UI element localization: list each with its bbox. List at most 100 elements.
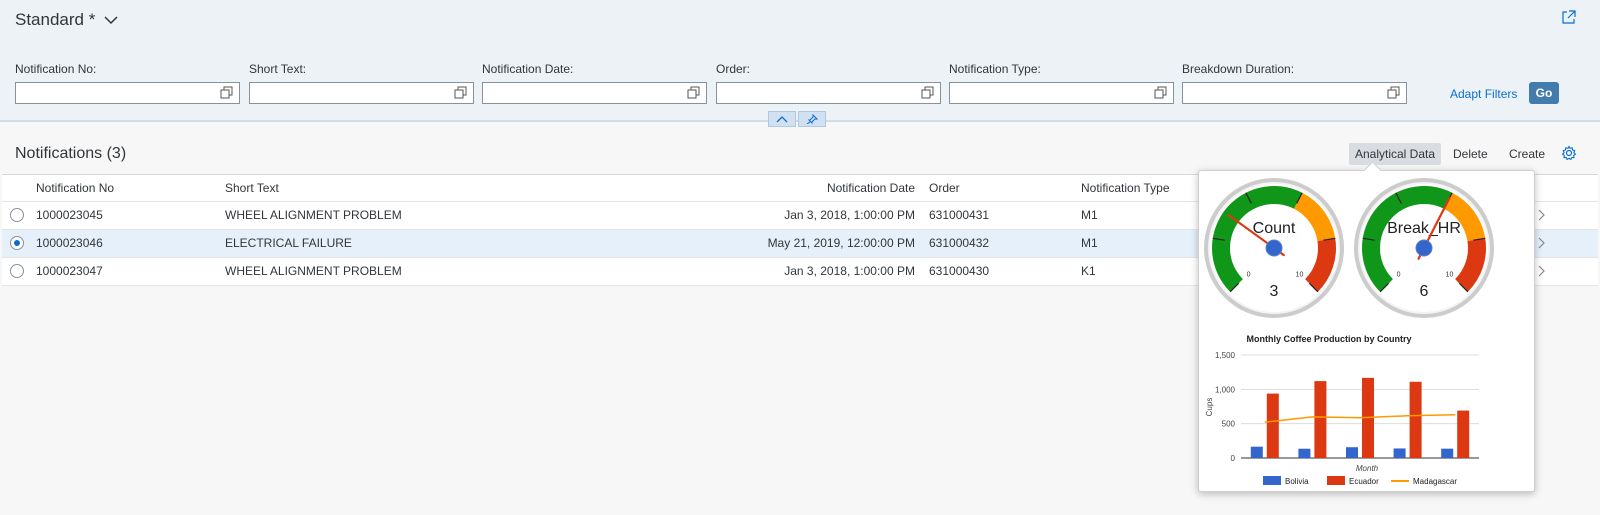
gauge-max-label: 10 bbox=[1296, 271, 1304, 278]
bar-ecuador bbox=[1266, 393, 1279, 458]
delete-button[interactable]: Delete bbox=[1453, 143, 1488, 165]
filter-notification-date: Notification Date: bbox=[482, 62, 707, 104]
gauge-title: Count bbox=[1253, 220, 1296, 237]
chevron-right-icon[interactable] bbox=[1537, 209, 1545, 221]
share-icon[interactable] bbox=[1561, 9, 1577, 25]
gauge-min-label: 0 bbox=[1397, 271, 1401, 278]
analytical-data-popover: 0 10 Count 3 0 10 Break_HR 6 Monthly Coffee Pr… bbox=[1198, 161, 1535, 492]
gauge-value: 3 bbox=[1270, 283, 1279, 300]
adapt-filters-button[interactable]: Adapt Filters bbox=[1450, 87, 1517, 101]
chevron-right-icon[interactable] bbox=[1537, 265, 1545, 277]
filter-label: Order: bbox=[716, 62, 751, 76]
column-header[interactable]: Notification Date bbox=[827, 175, 915, 202]
bar-bolivia bbox=[1346, 447, 1358, 458]
chevron-down-icon bbox=[104, 16, 118, 25]
gear-icon[interactable] bbox=[1561, 145, 1577, 161]
table-title: Notifications (3) bbox=[15, 145, 127, 162]
chart-legend: Bolivia Ecuador Madagascar bbox=[1263, 476, 1457, 486]
value-help-icon[interactable] bbox=[220, 86, 233, 99]
filter-order: Order: bbox=[716, 62, 941, 104]
value-help-icon[interactable] bbox=[454, 86, 467, 99]
legend-label: Bolivia bbox=[1285, 477, 1309, 486]
filter-notification-type: Notification Type: bbox=[949, 62, 1174, 104]
break-hr-gauge: 0 10 Break_HR 6 bbox=[1354, 178, 1494, 318]
filter-label: Notification Type: bbox=[949, 62, 1041, 76]
notification-date-cell: May 21, 2019, 12:00:00 PM bbox=[767, 236, 915, 250]
column-header[interactable]: Notification Type bbox=[1081, 175, 1170, 202]
bar-ecuador bbox=[1314, 381, 1327, 458]
bar-bolivia bbox=[1393, 448, 1406, 458]
notification-type-input[interactable] bbox=[949, 82, 1174, 104]
row-select-radio[interactable] bbox=[10, 264, 24, 278]
short-text-cell: ELECTRICAL FAILURE bbox=[225, 236, 352, 250]
short-text-input[interactable] bbox=[249, 82, 474, 104]
bar-ecuador bbox=[1457, 410, 1470, 458]
notification-type-cell: M1 bbox=[1081, 208, 1098, 222]
y-tick-label: 0 bbox=[1231, 454, 1236, 463]
notification-no-cell: 1000023045 bbox=[36, 208, 103, 222]
legend-swatch bbox=[1327, 476, 1345, 485]
filter-short-text: Short Text: bbox=[249, 62, 474, 104]
column-header[interactable]: Order bbox=[929, 175, 960, 202]
notification-type-cell: K1 bbox=[1081, 264, 1096, 278]
notification-no-input[interactable] bbox=[15, 82, 240, 104]
pin-icon bbox=[806, 114, 818, 124]
analytics-canvas: 0 10 Count 3 0 10 Break_HR 6 Monthly Coffee Pr… bbox=[1204, 178, 1494, 486]
go-button[interactable]: Go bbox=[1529, 82, 1559, 104]
gauge-title: Break_HR bbox=[1387, 220, 1461, 237]
x-axis-title: Month bbox=[1356, 464, 1379, 473]
value-help-icon[interactable] bbox=[1387, 86, 1400, 99]
filter-label: Notification Date: bbox=[482, 62, 574, 76]
breakdown-duration-input[interactable] bbox=[1182, 82, 1407, 104]
bar-bolivia bbox=[1298, 448, 1311, 458]
count-gauge: 0 10 Count 3 bbox=[1204, 178, 1344, 318]
chevron-right-icon[interactable] bbox=[1537, 237, 1545, 249]
filter-label: Breakdown Duration: bbox=[1182, 62, 1295, 76]
short-text-cell: WHEEL ALIGNMENT PROBLEM bbox=[225, 208, 402, 222]
filter-bar: Standard * Notification No: Short Text: … bbox=[0, 0, 1600, 122]
collapse-header-button[interactable] bbox=[768, 111, 796, 127]
pin-header-button[interactable] bbox=[798, 111, 826, 127]
bar-bolivia bbox=[1441, 448, 1454, 458]
table-toolbar: Notifications (3) Analytical Data Delete… bbox=[2, 134, 1598, 172]
row-select-radio[interactable] bbox=[10, 208, 24, 222]
chart-grid: 0 500 1,000 1,500 bbox=[1215, 351, 1479, 463]
bar-ecuador bbox=[1409, 381, 1422, 458]
row-select-radio[interactable] bbox=[10, 236, 24, 250]
column-header[interactable]: Short Text bbox=[225, 175, 279, 202]
y-tick-label: 1,000 bbox=[1215, 385, 1236, 394]
bar-bolivia bbox=[1250, 446, 1263, 458]
order-cell: 631000431 bbox=[929, 208, 990, 222]
short-text-cell: WHEEL ALIGNMENT PROBLEM bbox=[225, 264, 402, 278]
create-button[interactable]: Create bbox=[1509, 143, 1545, 165]
legend-label: Ecuador bbox=[1349, 477, 1379, 486]
coffee-production-chart: Monthly Coffee Production by Country Cup… bbox=[1205, 334, 1479, 486]
notification-no-cell: 1000023047 bbox=[36, 264, 103, 278]
analytical-data-button[interactable]: Analytical Data bbox=[1349, 143, 1441, 165]
notification-date-cell: Jan 3, 2018, 1:00:00 PM bbox=[784, 264, 915, 278]
gauge-max-label: 10 bbox=[1446, 271, 1454, 278]
filter-label: Notification No: bbox=[15, 62, 97, 76]
legend-swatch bbox=[1263, 476, 1281, 485]
gauge-value: 6 bbox=[1420, 283, 1429, 300]
order-input[interactable] bbox=[716, 82, 941, 104]
variant-title: Standard * bbox=[15, 10, 96, 29]
value-help-icon[interactable] bbox=[1154, 86, 1167, 99]
filter-label: Short Text: bbox=[249, 62, 307, 76]
legend-label: Madagascar bbox=[1413, 477, 1457, 486]
line-madagascar bbox=[1264, 414, 1456, 423]
column-header[interactable]: Notification No bbox=[36, 175, 114, 202]
notification-type-cell: M1 bbox=[1081, 236, 1098, 250]
notification-date-cell: Jan 3, 2018, 1:00:00 PM bbox=[784, 208, 915, 222]
filter-notification-no: Notification No: bbox=[15, 62, 240, 104]
variant-selector[interactable]: Standard * bbox=[15, 10, 119, 30]
notification-date-input[interactable] bbox=[482, 82, 707, 104]
value-help-icon[interactable] bbox=[921, 86, 934, 99]
y-tick-label: 500 bbox=[1222, 420, 1236, 429]
order-cell: 631000430 bbox=[929, 264, 990, 278]
y-axis-title: Cups bbox=[1205, 398, 1214, 417]
value-help-icon[interactable] bbox=[687, 86, 700, 99]
chevron-up-icon bbox=[776, 116, 788, 123]
notification-no-cell: 1000023046 bbox=[36, 236, 103, 250]
chart-title: Monthly Coffee Production by Country bbox=[1247, 334, 1412, 344]
